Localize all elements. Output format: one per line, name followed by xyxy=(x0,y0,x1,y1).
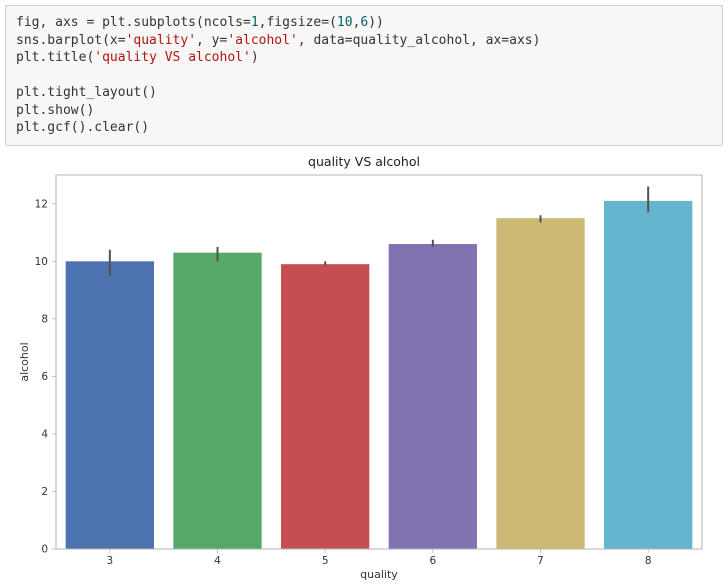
code-token: plt.title( xyxy=(16,50,94,65)
x-tick-label: 4 xyxy=(214,555,221,567)
y-axis: 0 2 4 6 8 10 12 xyxy=(35,198,56,555)
x-tick-label: 7 xyxy=(537,555,544,567)
y-tick-label: 6 xyxy=(41,371,48,383)
x-axis: 3 4 5 6 7 8 xyxy=(106,549,651,567)
code-token: fig, axs = plt.subplots(ncols= xyxy=(16,15,251,30)
code-token: 1 xyxy=(251,15,259,30)
code-token: , data=quality_alcohol, ax=axs) xyxy=(298,33,541,48)
y-tick-label: 10 xyxy=(35,256,48,268)
bar-chart: 0 2 4 6 8 10 12 3 4 5 6 7 8 quality alcohol xyxy=(14,169,714,581)
code-token: 10 xyxy=(337,15,353,30)
y-tick-label: 0 xyxy=(41,543,48,555)
chart-title: quality VS alcohol xyxy=(9,154,719,169)
code-token: plt.gcf().clear() xyxy=(16,120,149,135)
bar xyxy=(389,244,477,549)
y-tick-label: 8 xyxy=(41,313,48,325)
bar xyxy=(604,201,692,549)
x-tick-label: 3 xyxy=(106,555,113,567)
x-tick-label: 5 xyxy=(322,555,329,567)
bar xyxy=(173,253,261,549)
code-token: , y= xyxy=(196,33,227,48)
bar xyxy=(496,218,584,549)
code-token: plt.tight_layout() xyxy=(16,85,157,100)
bar xyxy=(66,261,154,549)
code-token: ) xyxy=(251,50,259,65)
x-tick-label: 6 xyxy=(429,555,436,567)
y-tick-label: 4 xyxy=(41,428,48,440)
bar xyxy=(281,264,369,549)
code-token: )) xyxy=(368,15,384,30)
x-axis-label: quality xyxy=(360,568,398,581)
code-token: ,figsize=( xyxy=(259,15,337,30)
y-tick-label: 12 xyxy=(35,198,48,210)
code-cell: fig, axs = plt.subplots(ncols=1,figsize=… xyxy=(5,5,723,146)
code-token: 'quality VS alcohol' xyxy=(94,50,251,65)
code-token: sns.barplot(x= xyxy=(16,33,126,48)
y-tick-label: 2 xyxy=(41,486,48,498)
code-token: plt.show() xyxy=(16,103,94,118)
chart-output: quality VS alcohol 0 2 4 6 8 10 12 3 4 5 6 7 8 qualit… xyxy=(5,154,723,581)
y-axis-label: alcohol xyxy=(18,342,31,381)
x-tick-label: 8 xyxy=(645,555,652,567)
code-token: 'quality' xyxy=(126,33,196,48)
code-token: 'alcohol' xyxy=(227,33,297,48)
